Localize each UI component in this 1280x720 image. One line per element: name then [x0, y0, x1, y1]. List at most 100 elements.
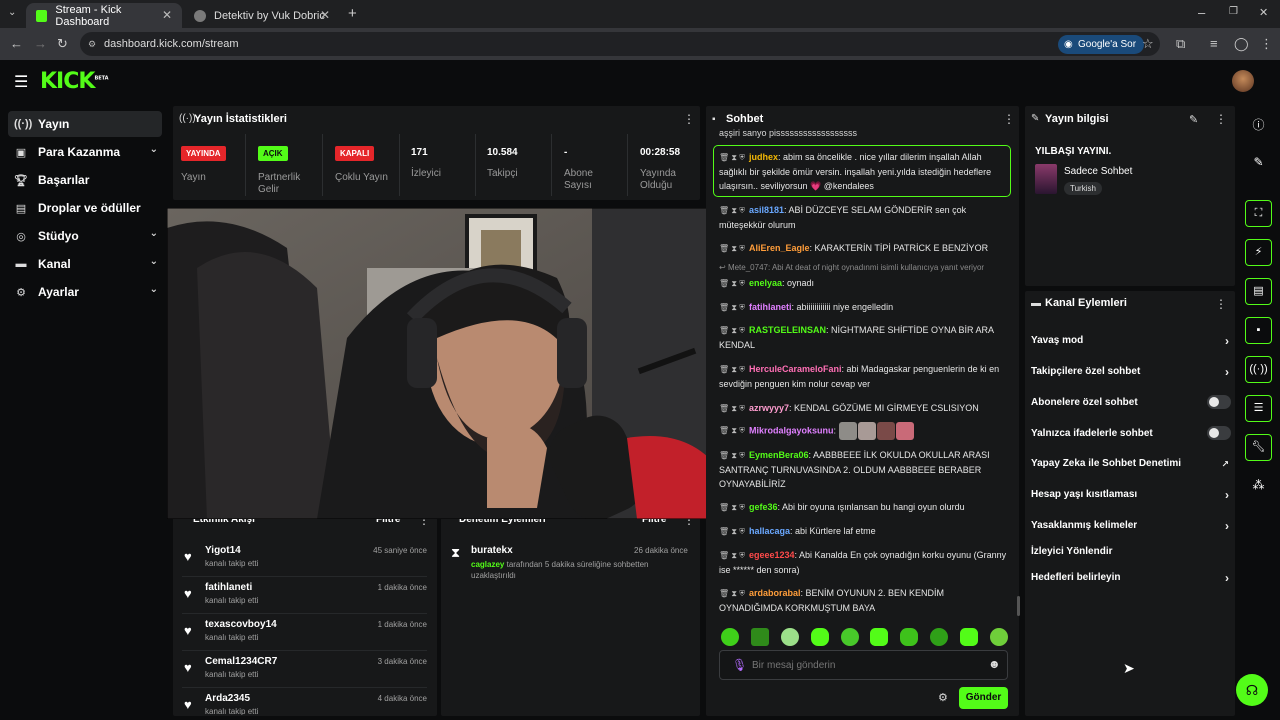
browser-menu-icon[interactable]: ⋮ — [1260, 36, 1273, 52]
sidebar-item-para-kazanma[interactable]: ▣ Para Kazanma ⌄ — [8, 139, 162, 165]
chevron-down-icon[interactable]: ⌄ — [150, 228, 158, 239]
subscribers-only-toggle[interactable] — [1207, 395, 1231, 409]
mod-action-icons[interactable]: 🗑︎ ⧗ ⛨ — [719, 527, 745, 536]
kick-emote-icon[interactable] — [750, 628, 769, 646]
kick-emote-icon[interactable] — [870, 628, 889, 646]
kick-emote-icon[interactable] — [989, 628, 1008, 646]
close-tab-icon[interactable]: ✕ — [162, 8, 172, 22]
category-thumbnail[interactable] — [1035, 164, 1057, 194]
edit-layout-icon[interactable]: ✎ — [1245, 155, 1272, 169]
stream-category[interactable]: Sadece Sohbet — [1064, 166, 1132, 177]
tab-search-icon[interactable]: ⌄ — [8, 7, 16, 18]
profile-icon[interactable]: ◯ — [1234, 36, 1249, 52]
chat-username[interactable]: judhex — [749, 152, 778, 162]
emoji-picker-icon[interactable]: ☻ — [988, 657, 1001, 671]
mod-action-icons[interactable]: 🗑︎ ⧗ ⛨ — [719, 451, 745, 460]
mod-action-icons[interactable]: 🗑︎ ⧗ ⛨ — [719, 503, 745, 512]
chat-username[interactable]: gefe36 — [749, 502, 778, 512]
rail-lightning-button[interactable]: ⚡︎ — [1245, 239, 1272, 266]
kick-emote-icon[interactable] — [780, 628, 799, 646]
rail-chat-button[interactable]: ▪ — [1245, 317, 1272, 344]
reload-icon[interactable]: ↻ — [57, 36, 68, 52]
support-headset-button[interactable]: ☊ — [1236, 674, 1268, 706]
maximize-icon[interactable]: ❐ — [1229, 6, 1238, 17]
action-account-age[interactable]: Hesap yaşı kısıtlaması › — [1031, 488, 1231, 502]
event-user[interactable]: texascovboy14 — [205, 619, 277, 630]
new-tab-icon[interactable]: + — [348, 5, 357, 22]
channel-actions-menu-icon[interactable]: ⋮ — [1215, 297, 1227, 311]
back-icon[interactable]: ← — [10, 36, 23, 51]
mod-action-icons[interactable]: 🗑︎ ⧗ ⛨ — [719, 551, 745, 560]
webcam-video-preview[interactable] — [167, 208, 718, 519]
action-host-viewers[interactable]: İzleyici Yönlendir — [1031, 546, 1231, 557]
media-icon[interactable]: ≡ — [1210, 36, 1218, 51]
chat-message-input[interactable] — [752, 657, 972, 673]
sidebar-item-droplar[interactable]: ▤ Droplar ve ödüller — [8, 195, 162, 221]
minimize-icon[interactable]: – — [1198, 5, 1205, 20]
rail-screen-button[interactable]: ⛶ — [1245, 200, 1272, 227]
chat-username[interactable]: AliEren_Eagle — [749, 243, 810, 253]
kick-emote-icon[interactable] — [840, 628, 859, 646]
edit-pencil-icon[interactable]: ✎ — [1189, 113, 1198, 126]
chevron-down-icon[interactable]: ⌄ — [150, 256, 158, 267]
action-set-goals[interactable]: Hedefleri belirleyin › — [1031, 571, 1231, 585]
bookmark-star-icon[interactable]: ☆ — [1142, 36, 1154, 52]
event-user[interactable]: Yigot14 — [205, 545, 241, 556]
rail-broadcast-button[interactable]: ((·)) — [1245, 356, 1272, 383]
rail-document-button[interactable]: ▤ — [1245, 278, 1272, 305]
kick-emote-icon[interactable] — [721, 628, 739, 646]
chat-menu-icon[interactable]: ⋮ — [1003, 112, 1015, 126]
emotes-only-toggle[interactable] — [1207, 426, 1231, 440]
kick-emote-icon[interactable] — [900, 628, 919, 646]
chat-username[interactable]: ardaborabal — [749, 588, 801, 598]
kick-emote-icon[interactable] — [810, 628, 829, 646]
close-tab-icon[interactable]: ✕ — [320, 8, 330, 22]
kick-emote-icon[interactable] — [960, 628, 978, 646]
close-window-icon[interactable]: ✕ — [1259, 6, 1268, 19]
sidebar-item-basarilar[interactable]: 🏆︎ Başarılar — [8, 167, 162, 193]
integrations-icon[interactable]: ⁂ — [1245, 478, 1272, 492]
chat-username[interactable]: enelyaa — [749, 278, 782, 288]
google-ask-button[interactable]: ◉ Google'a Sor — [1058, 35, 1145, 54]
microphone-icon[interactable]: 🎙︎ — [732, 658, 747, 672]
user-avatar[interactable] — [1232, 70, 1254, 92]
mod-action-icons[interactable]: 🗑︎ ⧗ ⛨ — [719, 426, 745, 435]
mod-action-icons[interactable]: 🗑︎ ⧗ ⛨ — [719, 206, 745, 215]
send-button[interactable]: Gönder — [959, 687, 1008, 709]
event-user[interactable]: Cemal1234CR7 — [205, 656, 277, 667]
mod-action-icons[interactable]: 🗑︎ ⧗ ⛨ — [719, 153, 745, 162]
tab-kick-dashboard[interactable]: Stream - Kick Dashboard ✕ — [26, 3, 182, 28]
sidebar-item-yayin[interactable]: ((·)) Yayın — [8, 111, 162, 137]
kick-logo[interactable]: KICKBETA — [40, 69, 109, 94]
chat-username[interactable]: egeee1234 — [749, 550, 795, 560]
action-followers-only[interactable]: Takipçilere özel sohbet › — [1031, 365, 1231, 379]
chevron-down-icon[interactable]: ⌄ — [150, 284, 158, 295]
forward-icon[interactable]: → — [34, 36, 47, 51]
stats-menu-icon[interactable]: ⋮ — [683, 112, 695, 126]
site-info-icon[interactable]: ⚙ — [88, 32, 96, 56]
chat-username[interactable]: HerculeCarameloFani — [749, 364, 842, 374]
hamburger-menu-icon[interactable]: ☰ — [14, 72, 28, 92]
sidebar-item-ayarlar[interactable]: ⚙ Ayarlar ⌄ — [8, 279, 162, 305]
chat-input-box[interactable]: 🎙︎ ☻ — [719, 650, 1008, 680]
sidebar-item-studyo[interactable]: ◎ Stüdyo ⌄ — [8, 223, 162, 249]
action-ai-moderation[interactable]: Yapay Zeka ile Sohbet Denetimi ↗ — [1031, 458, 1231, 469]
rail-server-button[interactable]: ☰ — [1245, 395, 1272, 422]
info-icon[interactable]: ⓘ — [1245, 116, 1272, 133]
chat-settings-gear-icon[interactable]: ⚙ — [938, 691, 948, 704]
mod-action-icons[interactable]: 🗑︎ ⧗ ⛨ — [719, 326, 745, 335]
mod-action-icons[interactable]: 🗑︎ ⧗ ⛨ — [719, 279, 745, 288]
tab-detektiv[interactable]: Detektiv by Vuk Dobric ✕ — [184, 3, 340, 28]
stream-info-menu-icon[interactable]: ⋮ — [1215, 112, 1227, 126]
event-user[interactable]: Arda2345 — [205, 693, 250, 704]
kick-emote-icon[interactable] — [930, 628, 949, 646]
mod-action-icons[interactable]: 🗑︎ ⧗ ⛨ — [719, 589, 745, 598]
action-banned-words[interactable]: Yasaklanmış kelimeler › — [1031, 519, 1231, 533]
extensions-icon[interactable]: ⧉ — [1176, 36, 1185, 52]
chat-username[interactable]: asil8181 — [749, 205, 784, 215]
chat-username[interactable]: Mikrodalgayoksunu — [749, 425, 834, 435]
event-user[interactable]: fatihlaneti — [205, 582, 252, 593]
mod-action-icons[interactable]: 🗑︎ ⧗ ⛨ — [719, 404, 745, 413]
chat-username[interactable]: azrwyyy7 — [749, 403, 789, 413]
chat-username[interactable]: fatihlaneti — [749, 302, 792, 312]
